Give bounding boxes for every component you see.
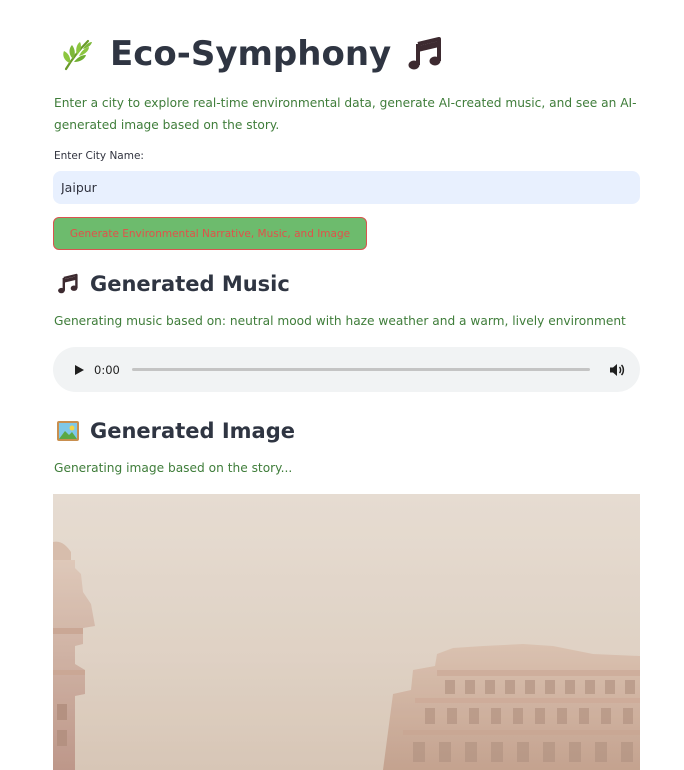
play-icon[interactable] <box>71 362 87 378</box>
city-input-label: Enter City Name: <box>54 150 144 162</box>
app-page: Eco-Symphony Enter a city to explore rea… <box>0 0 684 770</box>
generated-city-image <box>53 494 640 770</box>
framed-picture-icon <box>57 421 79 441</box>
image-heading-text: Generated Image <box>90 419 295 443</box>
image-section-heading: Generated Image <box>56 419 295 443</box>
intro-text: Enter a city to explore real-time enviro… <box>54 96 637 132</box>
music-heading-text: Generated Music <box>90 272 290 296</box>
city-name-input[interactable] <box>53 171 640 204</box>
audio-player: 0:00 <box>53 347 640 392</box>
app-title: Eco-Symphony <box>110 34 392 74</box>
musical-notes-icon <box>58 273 78 294</box>
page-title: Eco-Symphony <box>58 34 445 74</box>
volume-icon[interactable] <box>608 361 626 379</box>
image-status-text: Generating image based on the story... <box>54 461 293 475</box>
musical-notes-icon <box>405 34 445 74</box>
music-status-text: Generating music based on: neutral mood … <box>54 314 626 328</box>
audio-time: 0:00 <box>94 362 120 377</box>
generate-button[interactable]: Generate Environmental Narrative, Music,… <box>53 217 367 250</box>
herb-icon <box>58 35 96 73</box>
music-section-heading: Generated Music <box>56 272 290 296</box>
audio-progress-bar[interactable] <box>132 368 590 371</box>
